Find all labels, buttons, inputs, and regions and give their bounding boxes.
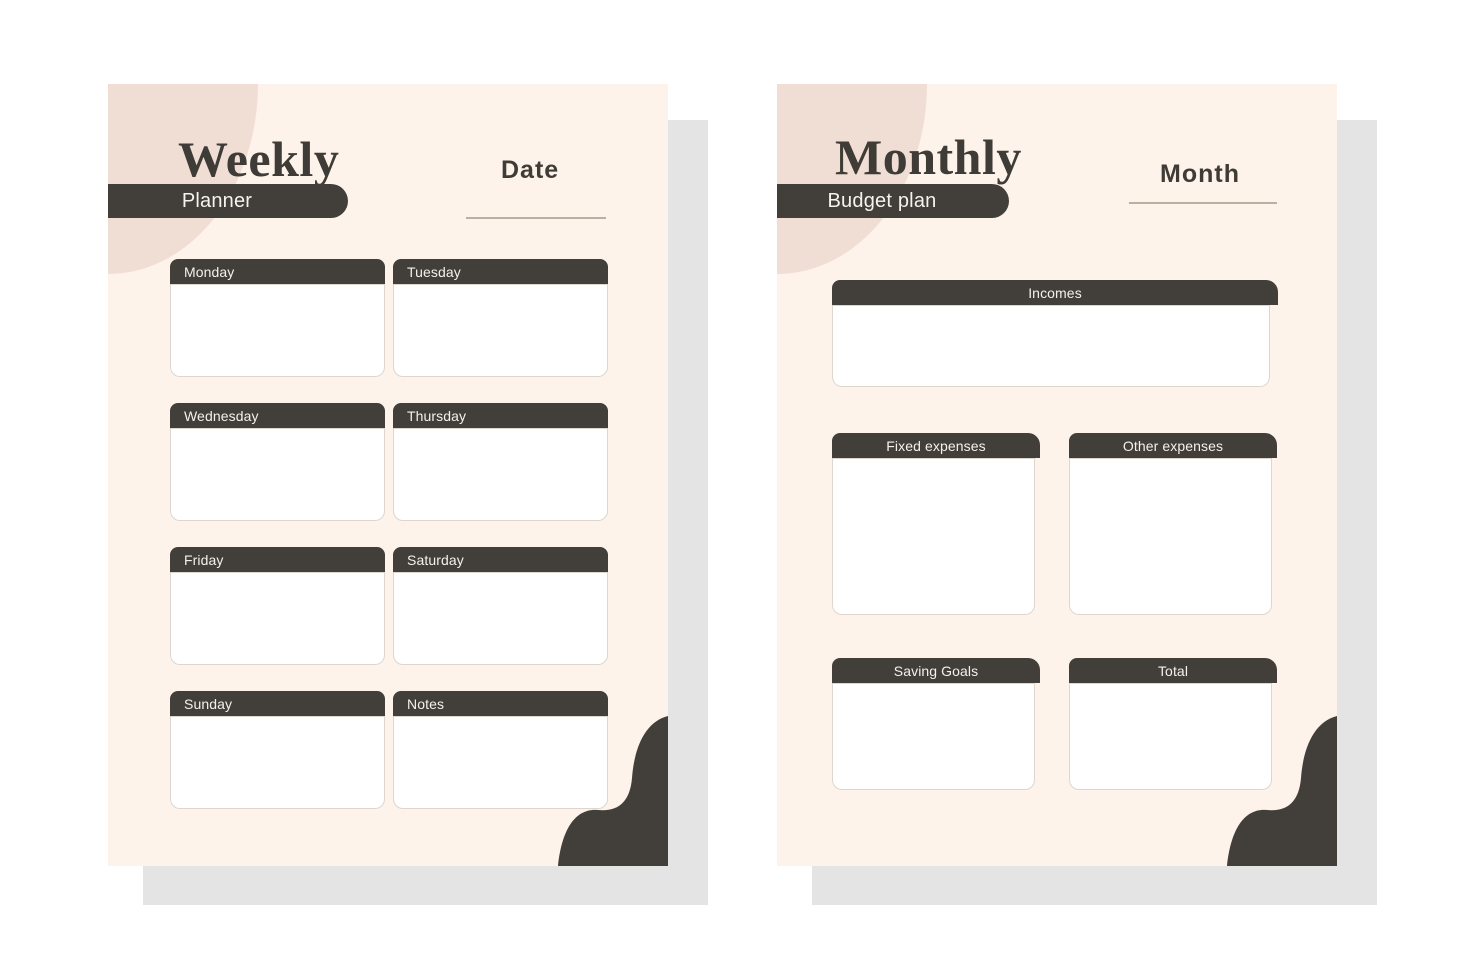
budget-card-writing-area[interactable] [832, 683, 1035, 790]
budget-card-header: Incomes [832, 280, 1278, 305]
weekly-header: Weekly Planner Date [108, 84, 668, 244]
day-card-writing-area[interactable] [170, 284, 385, 377]
monthly-subtitle: Budget plan [827, 189, 937, 212]
day-card-label: Sunday [184, 695, 233, 712]
monthly-subtitle-bar: Budget plan [777, 184, 1009, 218]
budget-card-writing-area[interactable] [1069, 683, 1272, 790]
monthly-title: Monthly [835, 129, 1022, 185]
day-card-label: Wednesday [184, 407, 259, 424]
budget-card-writing-area[interactable] [832, 305, 1270, 387]
day-card-header: Friday [170, 547, 385, 572]
day-card-label: Monday [184, 263, 235, 280]
budget-card-label: Other expenses [1122, 437, 1224, 454]
day-card-friday[interactable]: Friday [170, 547, 385, 665]
weekly-title: Weekly [178, 131, 340, 187]
day-card-header: Monday [170, 259, 385, 284]
monthly-budget-sheet: Monthly Budget plan Month Incomes Fixed … [777, 84, 1397, 914]
day-card-writing-area[interactable] [393, 284, 608, 377]
monthly-header: Monthly Budget plan Month [777, 84, 1337, 244]
month-field-label: Month [1160, 160, 1240, 188]
weekly-page: Weekly Planner Date Monday Tuesday Wedne… [108, 84, 668, 866]
day-card-label: Tuesday [407, 263, 461, 280]
day-card-sunday[interactable]: Sunday [170, 691, 385, 809]
day-card-monday[interactable]: Monday [170, 259, 385, 377]
day-card-header: Saturday [393, 547, 608, 572]
day-card-tuesday[interactable]: Tuesday [393, 259, 608, 377]
day-card-writing-area[interactable] [170, 428, 385, 521]
budget-card-writing-area[interactable] [832, 458, 1035, 615]
weekly-planner-sheet: Weekly Planner Date Monday Tuesday Wedne… [108, 84, 728, 914]
budget-card-label: Fixed expenses [886, 437, 986, 454]
day-card-writing-area[interactable] [393, 572, 608, 665]
day-card-label: Saturday [407, 551, 464, 568]
day-card-label: Thursday [407, 407, 467, 424]
day-card-wednesday[interactable]: Wednesday [170, 403, 385, 521]
budget-card-header: Saving Goals [832, 658, 1040, 683]
date-field-rule[interactable] [466, 217, 606, 219]
weekly-subtitle: Planner [181, 189, 253, 212]
day-card-header: Wednesday [170, 403, 385, 428]
day-card-writing-area[interactable] [393, 428, 608, 521]
day-card-writing-area[interactable] [393, 716, 608, 809]
budget-card-label: Total [1157, 662, 1189, 679]
day-card-header: Tuesday [393, 259, 608, 284]
day-card-thursday[interactable]: Thursday [393, 403, 608, 521]
planner-artboard: Weekly Planner Date Monday Tuesday Wedne… [0, 0, 1470, 980]
budget-card-label: Saving Goals [893, 662, 979, 679]
weekly-subtitle-bar: Planner [108, 184, 348, 218]
monthly-page: Monthly Budget plan Month Incomes Fixed … [777, 84, 1337, 866]
day-card-header: Notes [393, 691, 608, 716]
date-field-label: Date [501, 156, 560, 184]
day-card-label: Notes [407, 695, 445, 712]
day-card-header: Sunday [170, 691, 385, 716]
budget-card-header: Total [1069, 658, 1277, 683]
day-card-writing-area[interactable] [170, 716, 385, 809]
budget-card-header: Fixed expenses [832, 433, 1040, 458]
day-card-notes[interactable]: Notes [393, 691, 608, 809]
month-field-rule[interactable] [1129, 202, 1277, 204]
day-card-saturday[interactable]: Saturday [393, 547, 608, 665]
budget-card-header: Other expenses [1069, 433, 1277, 458]
day-card-header: Thursday [393, 403, 608, 428]
day-card-label: Friday [184, 551, 224, 568]
budget-card-writing-area[interactable] [1069, 458, 1272, 615]
day-card-writing-area[interactable] [170, 572, 385, 665]
budget-card-label: Incomes [1028, 284, 1082, 301]
